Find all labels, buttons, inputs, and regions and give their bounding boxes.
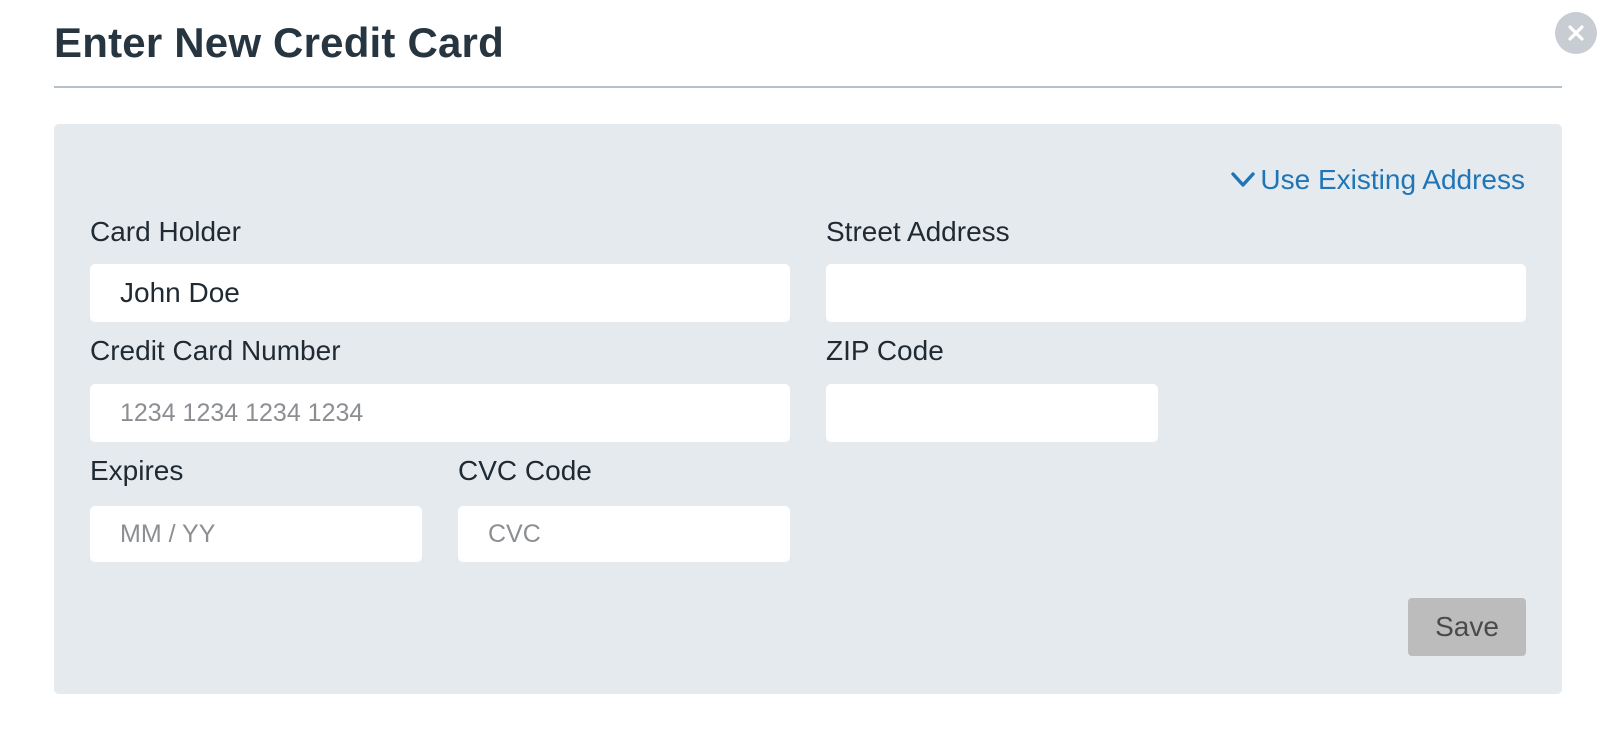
card-holder-label: Card Holder bbox=[90, 216, 241, 247]
credit-card-number-input[interactable] bbox=[90, 384, 790, 442]
use-existing-address-link[interactable]: Use Existing Address bbox=[1230, 164, 1525, 196]
chevron-down-icon bbox=[1231, 172, 1256, 187]
use-existing-address-label: Use Existing Address bbox=[1260, 164, 1525, 195]
street-address-label: Street Address bbox=[826, 216, 1010, 247]
expires-input[interactable] bbox=[90, 506, 422, 562]
title-divider bbox=[54, 86, 1562, 88]
street-address-input[interactable] bbox=[826, 264, 1526, 322]
zip-code-input[interactable] bbox=[826, 384, 1158, 442]
credit-card-modal: Enter New Credit Card Use Existing Addre… bbox=[0, 0, 1614, 742]
credit-card-number-label: Credit Card Number bbox=[90, 335, 341, 366]
card-holder-input[interactable] bbox=[90, 264, 790, 322]
cvc-code-input[interactable] bbox=[458, 506, 790, 562]
zip-code-label: ZIP Code bbox=[826, 335, 944, 366]
modal-title: Enter New Credit Card bbox=[54, 19, 504, 66]
close-button[interactable] bbox=[1555, 12, 1597, 54]
expires-label: Expires bbox=[90, 455, 184, 486]
card-form-panel: Use Existing Address Card Holder Credit … bbox=[54, 124, 1562, 694]
close-icon bbox=[1568, 25, 1584, 41]
save-button[interactable]: Save bbox=[1408, 598, 1526, 656]
cvc-code-label: CVC Code bbox=[458, 455, 592, 486]
